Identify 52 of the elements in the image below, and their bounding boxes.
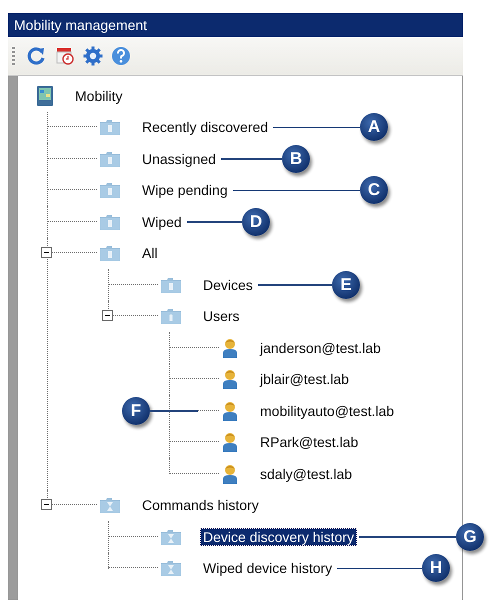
user-icon — [221, 400, 239, 422]
folder-icon — [99, 150, 121, 168]
folder-icon — [99, 181, 121, 200]
callout-badge: B — [282, 144, 310, 173]
folder-icon — [99, 244, 121, 262]
collapse-toggle[interactable] — [41, 247, 52, 258]
collapse-toggle[interactable] — [102, 310, 113, 322]
folder-icon — [160, 276, 182, 294]
user-icon — [221, 336, 239, 359]
user-icon — [221, 368, 239, 390]
tree-item[interactable]: Users — [200, 307, 243, 326]
calendar-clock-icon[interactable] — [55, 46, 75, 66]
callout-badge: G — [456, 522, 484, 551]
folder-icon — [99, 212, 121, 231]
grip-handle[interactable] — [12, 47, 15, 65]
tree-item[interactable]: All — [139, 244, 161, 262]
hourglass-folder-icon — [160, 528, 182, 546]
tree-item[interactable]: Unassigned — [139, 150, 219, 168]
leader-line — [150, 410, 198, 412]
callout-badge: D — [242, 208, 270, 236]
leader-line — [220, 158, 282, 160]
callout-badge: E — [332, 270, 360, 299]
hourglass-folder-icon — [99, 496, 121, 514]
tree-item[interactable]: Commands history — [139, 496, 262, 514]
tree-item[interactable]: Wiped — [139, 212, 185, 231]
refresh-icon[interactable] — [27, 46, 47, 66]
hourglass-folder-icon — [160, 559, 182, 578]
folder-icon — [160, 307, 182, 326]
tree-item[interactable]: Device discovery history — [200, 528, 357, 546]
tree-item[interactable]: Devices — [200, 276, 256, 294]
tree-item[interactable]: RPark@test.lab — [257, 433, 362, 452]
folder-icon — [99, 118, 121, 136]
collapse-toggle[interactable] — [41, 499, 52, 510]
settings-icon[interactable] — [83, 46, 103, 66]
leader-line — [186, 221, 242, 222]
callout-badge: A — [360, 113, 388, 142]
tree-item[interactable]: sdaly@test.lab — [257, 464, 356, 483]
callout-badge: C — [360, 176, 388, 204]
device-icon — [36, 84, 54, 107]
tree-item[interactable]: janderson@test.lab — [257, 338, 384, 357]
tree-item[interactable]: Wipe pending — [139, 181, 231, 200]
tree-item[interactable]: Wiped device history — [200, 559, 336, 578]
tree-item[interactable]: Mobility — [72, 86, 126, 105]
tree-item[interactable]: mobilityauto@test.lab — [257, 402, 398, 420]
callout-badge: F — [122, 396, 150, 425]
window-title: Mobility management — [8, 13, 463, 37]
user-icon — [221, 431, 239, 454]
help-icon[interactable] — [111, 46, 131, 66]
tree-item[interactable]: jblair@test.lab — [257, 370, 352, 388]
callout-badge: H — [422, 554, 450, 582]
user-icon — [221, 462, 239, 485]
tree-item[interactable]: Recently discovered — [139, 118, 272, 136]
